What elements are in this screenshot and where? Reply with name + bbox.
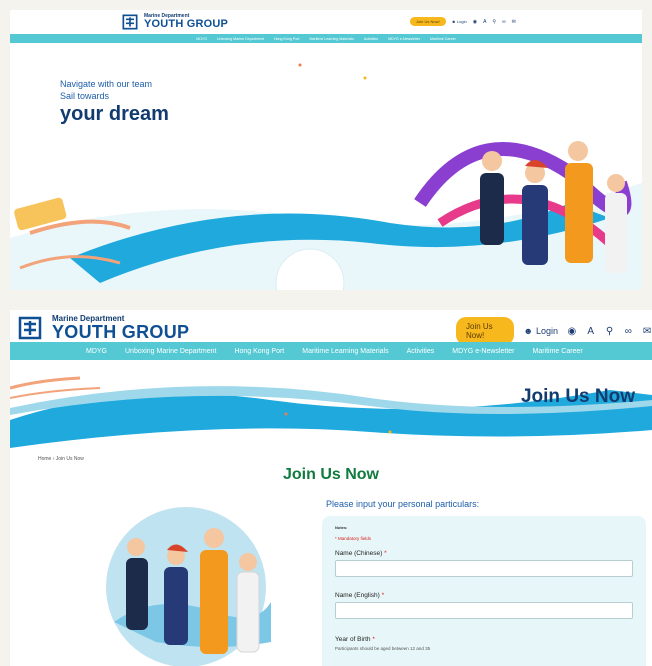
logo-title: YOUTH GROUP xyxy=(52,322,190,342)
join-button[interactable]: Join Us Now! xyxy=(410,17,446,26)
name-chinese-text: Name (Chinese) xyxy=(335,550,383,557)
crew-illustration xyxy=(106,507,271,666)
nav-item-learning[interactable]: Maritime Learning Materials xyxy=(293,348,397,355)
header-actions: Join Us Now! ☻ Login ◉ A ⚲ ∞ ✉ xyxy=(410,17,516,26)
required-mark: * xyxy=(372,636,375,643)
header-actions: Join Us Now! ☻ Login ◉ A ⚲ ∞ ✉ xyxy=(456,317,652,345)
link-icon[interactable]: ∞ xyxy=(623,326,633,337)
page-banner: Join Us Now xyxy=(10,360,652,448)
link-icon[interactable]: ∞ xyxy=(502,19,506,25)
login-label: Login xyxy=(456,19,467,24)
nav-item-mdyg[interactable]: MDYG xyxy=(196,37,207,41)
main-content: Home › Join Us Now Join Us Now Please in… xyxy=(10,448,652,666)
user-icon: ☻ xyxy=(523,326,533,336)
logo-title: YOUTH GROUP xyxy=(144,18,229,30)
header: Marine Department YOUTH GROUP Join Us No… xyxy=(10,310,652,345)
nav-item-career[interactable]: Maritime Career xyxy=(523,348,591,355)
mail-icon[interactable]: ✉ xyxy=(642,326,652,337)
nav-item-career[interactable]: Maritime Career xyxy=(430,37,456,41)
name-chinese-input[interactable] xyxy=(335,560,633,577)
globe-icon[interactable]: ◉ xyxy=(567,326,577,337)
join-button[interactable]: Join Us Now! xyxy=(456,317,515,345)
name-english-text: Name (English) xyxy=(335,592,380,599)
hero-line-1: Navigate with our team xyxy=(60,79,153,89)
form-heading: Please input your personal particulars: xyxy=(326,499,480,509)
font-size-icon[interactable]: A xyxy=(586,326,596,337)
nav-item-newsletter[interactable]: MDYG e-Newsletter xyxy=(443,348,523,355)
nav-item-port[interactable]: Hong Kong Port xyxy=(225,348,293,355)
login-label: Login xyxy=(535,326,558,336)
name-english-label: Name (English) * xyxy=(335,592,384,599)
name-english-input[interactable] xyxy=(335,602,633,619)
nav-item-unboxing[interactable]: Unboxing Marine Department xyxy=(116,348,225,355)
search-icon[interactable]: ⚲ xyxy=(492,19,496,25)
search-icon[interactable]: ⚲ xyxy=(605,326,615,337)
personal-particulars-form: Notes: * Mandatory fields Name (Chinese)… xyxy=(322,516,646,666)
main-nav: MDYG Unboxing Marine Department Hong Kon… xyxy=(10,34,642,43)
hero-line-2: Sail towards xyxy=(60,91,110,101)
mandatory-note: * Mandatory fields xyxy=(335,536,372,541)
join-page: Marine Department YOUTH GROUP Join Us No… xyxy=(10,310,652,666)
emblem-icon xyxy=(122,14,138,30)
nav-item-unboxing[interactable]: Unboxing Marine Department xyxy=(217,37,264,41)
year-of-birth-hint: Participants should be aged between 12 a… xyxy=(335,646,431,651)
site-logo[interactable]: Marine Department YOUTH GROUP xyxy=(18,315,189,341)
main-nav: MDYG Unboxing Marine Department Hong Kon… xyxy=(10,342,652,360)
name-chinese-label: Name (Chinese) * xyxy=(335,550,387,557)
nav-item-mdyg[interactable]: MDYG xyxy=(77,348,116,355)
mail-icon[interactable]: ✉ xyxy=(512,19,516,25)
hero-banner: Navigate with our team Sail towards your… xyxy=(10,43,642,290)
breadcrumb[interactable]: Home › Join Us Now xyxy=(38,456,84,462)
login-link[interactable]: ☻ Login xyxy=(523,326,558,336)
header: Marine Department YOUTH GROUP Join Us No… xyxy=(10,10,642,34)
site-logo[interactable]: Marine Department YOUTH GROUP xyxy=(122,14,228,30)
login-link[interactable]: ☻ Login xyxy=(452,19,467,24)
nav-item-newsletter[interactable]: MDYG e-Newsletter xyxy=(388,37,420,41)
font-size-icon[interactable]: A xyxy=(483,19,486,25)
required-mark: * xyxy=(381,592,385,599)
hero-headline: your dream xyxy=(60,103,169,125)
page-title: Join Us Now xyxy=(282,466,379,483)
year-of-birth-label: Year of Birth * xyxy=(335,636,375,643)
emblem-icon xyxy=(18,316,42,340)
nav-item-activities[interactable]: Activities xyxy=(364,37,378,41)
nav-item-port[interactable]: Hong Kong Port xyxy=(274,37,300,41)
notes-label: Notes: xyxy=(335,525,348,530)
required-mark: * xyxy=(384,550,387,557)
nav-item-learning[interactable]: Maritime Learning Materials xyxy=(310,37,354,41)
homepage-preview: Marine Department YOUTH GROUP Join Us No… xyxy=(10,10,642,290)
banner-title: Join Us Now xyxy=(520,386,635,407)
year-of-birth-text: Year of Birth xyxy=(335,636,371,643)
globe-icon[interactable]: ◉ xyxy=(473,19,477,25)
nav-item-activities[interactable]: Activities xyxy=(398,348,444,355)
